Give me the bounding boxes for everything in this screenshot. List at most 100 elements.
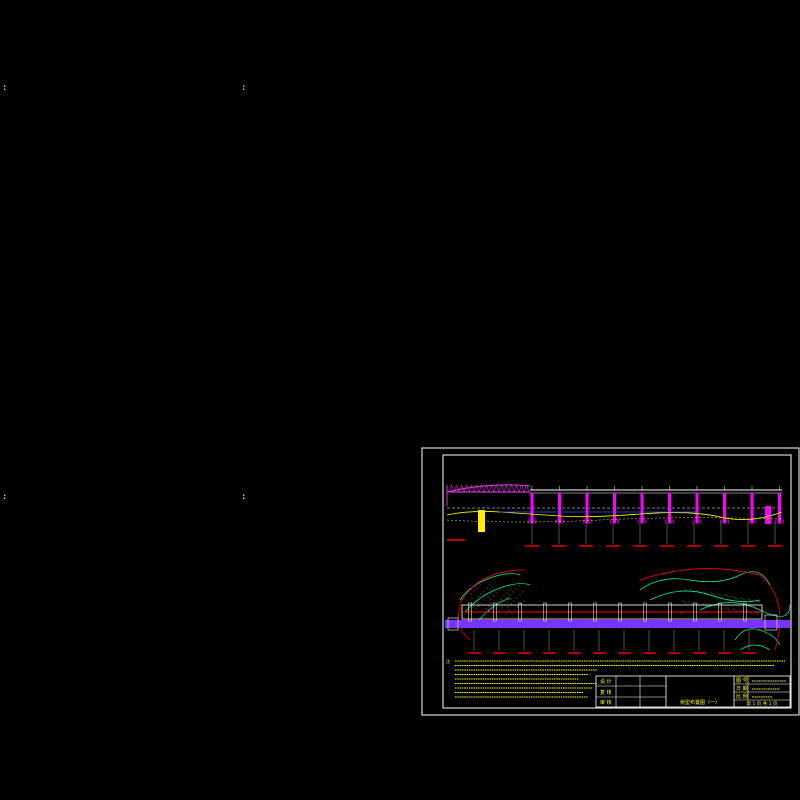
hatch-dot <box>698 591 700 593</box>
hatch-dot <box>711 605 713 607</box>
hatch-dot <box>472 606 474 608</box>
truss-diagonal <box>471 484 475 493</box>
hatch-dot <box>512 591 514 593</box>
hatch-dot <box>714 594 716 596</box>
field-date: 日 期 <box>736 686 748 692</box>
hatch-dot <box>724 594 726 596</box>
truss-diagonal <box>453 484 457 493</box>
truss-diagonal <box>518 484 522 493</box>
hatch-dot <box>731 595 733 597</box>
hatch-dot <box>682 613 684 615</box>
hatch-dot <box>511 612 513 614</box>
hatch-dot <box>727 608 729 610</box>
hatch-dot <box>736 610 738 612</box>
elevation-view <box>446 484 784 547</box>
boundary-lines <box>458 568 781 651</box>
hatch-dot <box>742 598 744 600</box>
hatch-dot <box>488 605 490 607</box>
hatch-dot <box>473 590 475 592</box>
hatch-dot <box>737 598 739 600</box>
contour-line <box>649 590 761 602</box>
hatch-dot <box>755 612 757 614</box>
hatch-dot <box>757 613 759 615</box>
hatch-dot <box>747 598 749 600</box>
hatch-dot <box>744 599 746 601</box>
hatch-dot <box>696 590 698 592</box>
title-block: 设 计 复 核 审 核 桥型布置图（一） 图 号 日 期 比 例 第 1 页 共… <box>595 675 791 708</box>
pier-label-group <box>447 523 782 547</box>
pier-column <box>613 493 616 523</box>
cad-drawing[interactable]: 注： 设 计 复 核 审 核 桥型布置图（一） 图 号 日 期 比 例 第 1 … <box>0 0 800 800</box>
hatch-dot <box>717 593 719 595</box>
hatch-dot <box>518 585 520 587</box>
hatch-dot <box>707 593 709 595</box>
pier-column <box>668 493 671 523</box>
hatch-dot <box>502 586 504 588</box>
hatch-dot <box>510 598 512 600</box>
hatch-dot <box>510 603 512 605</box>
hatch-dot <box>500 598 502 600</box>
hatch-dot <box>683 601 685 603</box>
truss-diagonal <box>513 484 517 493</box>
hatch-dot <box>491 602 493 604</box>
hatch-dot <box>479 584 481 586</box>
truss-diagonal <box>506 484 510 493</box>
hatch-dot <box>473 585 475 587</box>
contour-line <box>699 602 791 617</box>
hatch-dot <box>470 593 472 595</box>
hatch-dot <box>497 601 499 603</box>
hatch-dot <box>729 609 731 611</box>
hatch-dot <box>485 608 487 610</box>
truss-diagonal <box>491 484 495 493</box>
hatch-dot <box>516 597 518 599</box>
pier-column <box>585 493 589 523</box>
plan-deck <box>445 602 790 631</box>
hatch-dot <box>503 595 505 597</box>
hatch-dot <box>749 599 751 601</box>
hatch-dot <box>519 594 521 596</box>
hatch-dot <box>488 610 490 612</box>
hatch-dot <box>681 600 683 602</box>
hatch-dot <box>507 606 509 608</box>
terrain-contours <box>459 571 791 651</box>
hatch-dot <box>492 586 494 588</box>
hatch-dot <box>513 600 515 602</box>
hatch-dot <box>501 607 503 609</box>
field-drawing-no: 图 号 <box>736 678 748 684</box>
contour-line <box>464 583 531 613</box>
plan-label-group <box>468 630 756 654</box>
hatch-dot <box>522 591 524 593</box>
hatch-dot <box>732 608 734 610</box>
hatch-dot <box>702 603 704 605</box>
hatch-dot <box>476 587 478 589</box>
truss-diagonal <box>498 484 502 493</box>
hatch-dot <box>509 594 511 596</box>
hatch-dot <box>754 599 756 601</box>
abutment-left <box>478 510 485 532</box>
role-check: 复 核 <box>600 689 612 696</box>
field-scale: 比 例 <box>736 693 748 700</box>
hatch-dot <box>712 593 714 595</box>
hatch-dot <box>685 602 687 604</box>
hatch-dot <box>475 608 477 610</box>
hatch-dot <box>498 610 500 612</box>
hatch-dot <box>756 600 758 602</box>
hatch-dot <box>750 612 752 614</box>
hatch-dot <box>508 610 510 612</box>
terrain-hatch <box>469 584 760 615</box>
hatch-dot <box>705 592 707 594</box>
hatch-dot <box>728 596 730 598</box>
sheet-number: 第 1 页 共 1 页 <box>747 700 778 707</box>
notes-heading: 注： <box>446 658 454 664</box>
truss-diagonal <box>516 484 520 493</box>
hatch-dot <box>733 596 735 598</box>
truss-diagonal <box>508 484 512 493</box>
hatch-dot <box>483 590 485 592</box>
hatch-dot <box>719 594 721 596</box>
hatch-dot <box>739 609 741 611</box>
hatch-dot <box>693 591 695 593</box>
hatch-dot <box>478 605 480 607</box>
hatch-dot <box>507 601 509 603</box>
truss-span <box>446 484 531 506</box>
truss-diagonal <box>496 484 500 493</box>
